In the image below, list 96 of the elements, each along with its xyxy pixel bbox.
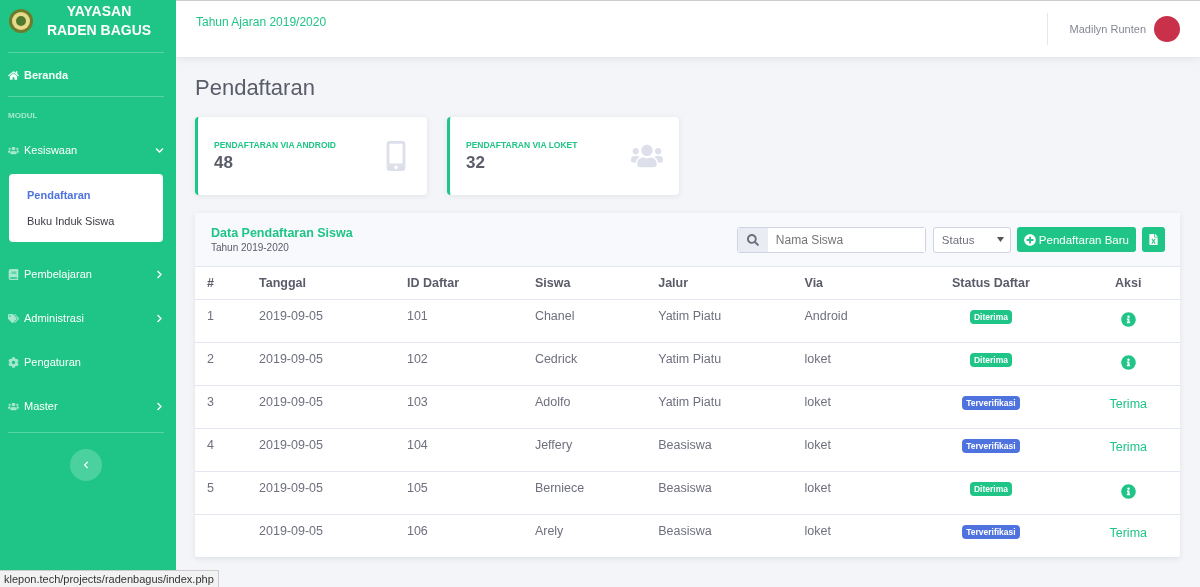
status-bar-url: klepon.tech/projects/radenbagus/index.php (0, 570, 219, 587)
table-cell: loket (792, 471, 906, 515)
chevron-down-icon (155, 145, 164, 155)
page-title: Pendaftaran (195, 75, 316, 101)
new-registration-button[interactable]: Pendaftaran Baru (1016, 227, 1136, 252)
status-badge: Terverifikasi (962, 525, 1020, 539)
sidebar-item[interactable]: Master (0, 384, 176, 428)
logo-icon (8, 8, 34, 34)
card-subtitle: Tahun 2019-2020 (211, 242, 290, 253)
school-year: Tahun Ajaran 2019/2020 (196, 15, 328, 29)
sidebar-item[interactable]: Pembelajaran (0, 252, 176, 296)
table-cell: loket (792, 385, 906, 429)
sidebar-item[interactable]: Kesiswaan (0, 128, 176, 172)
accept-link[interactable]: Terima (1109, 440, 1147, 454)
table-cell: Beasiswa (646, 428, 793, 472)
status-badge: Terverifikasi (962, 439, 1020, 453)
menu-icon (8, 144, 19, 156)
search-field[interactable]: Nama Siswa (736, 226, 926, 253)
accept-link[interactable]: Terima (1109, 526, 1147, 540)
avatar[interactable] (1154, 16, 1180, 42)
chevron-left-icon (82, 461, 90, 469)
info-icon[interactable] (1120, 484, 1136, 499)
menu-icon (8, 400, 19, 412)
table-cell: Chanel (522, 299, 647, 343)
table-cell: Berniece (522, 471, 647, 515)
table-cell: 2019-09-05 (247, 514, 395, 558)
column-header: Jalur (646, 267, 793, 300)
table-cell: Beasiswa (646, 471, 793, 515)
table-cell: 102 (394, 342, 523, 386)
status-badge: Diterima (969, 310, 1012, 324)
table-cell: 101 (394, 299, 523, 343)
table-cell: 1 (195, 299, 248, 343)
column-header: # (195, 267, 248, 300)
card-title: Data Pendaftaran Siswa (211, 226, 354, 240)
home-nav-item[interactable]: Beranda (8, 53, 164, 97)
table-cell: loket (792, 342, 906, 386)
table-cell: Beasiswa (646, 514, 793, 558)
column-header: ID Daftar (394, 267, 523, 300)
menu-icon (8, 356, 19, 368)
table-cell: Yatim Piatu (646, 299, 793, 343)
table-cell: Adolfo (522, 385, 647, 429)
table-cell: Arely (522, 514, 647, 558)
chevron-right-icon (155, 313, 164, 323)
status-badge: Diterima (969, 353, 1012, 367)
export-button[interactable] (1142, 227, 1165, 252)
submenu-item[interactable]: Buku Induk Siswa (9, 208, 163, 234)
table-cell: 104 (394, 428, 523, 472)
table-cell: Yatim Piatu (646, 342, 793, 386)
table-cell: 106 (394, 514, 523, 558)
status-select[interactable]: Status (932, 226, 1011, 253)
info-icon[interactable] (1120, 312, 1136, 327)
table-cell: 2019-09-05 (247, 428, 395, 472)
chevron-right-icon (155, 269, 164, 279)
table-cell: Yatim Piatu (646, 385, 793, 429)
home-icon (8, 69, 19, 81)
section-label: MODUL (7, 110, 39, 122)
table-cell: 103 (394, 385, 523, 429)
column-header: Via (792, 267, 906, 300)
collapse-button[interactable] (70, 449, 102, 481)
column-header: Siswa (522, 267, 647, 300)
caret-icon (996, 237, 1004, 242)
stat-value: 32 (466, 152, 486, 173)
table-cell: 105 (394, 471, 523, 515)
menu-icon (8, 268, 19, 280)
chevron-right-icon (155, 401, 164, 411)
table-cell: 2019-09-05 (247, 342, 395, 386)
file-icon (1148, 234, 1159, 245)
table-cell: loket (792, 514, 906, 558)
table-cell: loket (792, 428, 906, 472)
submenu-item[interactable]: Pendaftaran (9, 182, 163, 208)
column-header: Status Daftar (905, 267, 1077, 300)
stat-label: PENDAFTARAN VIA LOKET (466, 139, 579, 150)
info-icon[interactable] (1120, 355, 1136, 370)
column-header: Tanggal (247, 267, 395, 300)
accept-link[interactable]: Terima (1109, 397, 1147, 411)
stat-value: 48 (214, 152, 234, 173)
sidebar-item[interactable]: Administrasi (0, 296, 176, 340)
table-cell: Android (792, 299, 906, 343)
table-cell: 3 (195, 385, 248, 429)
status-badge: Terverifikasi (962, 396, 1020, 410)
table-cell: 2019-09-05 (247, 299, 395, 343)
table-cell: 2 (195, 342, 248, 386)
table-cell: 5 (195, 471, 248, 515)
status-badge: Diterima (969, 482, 1012, 496)
stat-label: PENDAFTARAN VIA ANDROID (214, 139, 337, 150)
table-cell: Jeffery (522, 428, 647, 472)
brand-name: YAYASAN RADEN BAGUS (45, 2, 153, 40)
table-cell: Cedrick (522, 342, 647, 386)
table-cell: 2019-09-05 (247, 471, 395, 515)
search-icon (746, 233, 759, 246)
menu-icon (8, 312, 19, 324)
table-cell: 4 (195, 428, 248, 472)
user-name[interactable]: Madilyn Runten (1069, 23, 1146, 35)
table-cell: 2019-09-05 (247, 385, 395, 429)
sidebar-item[interactable]: Pengaturan (0, 340, 176, 384)
column-header: Aksi (1076, 267, 1180, 300)
